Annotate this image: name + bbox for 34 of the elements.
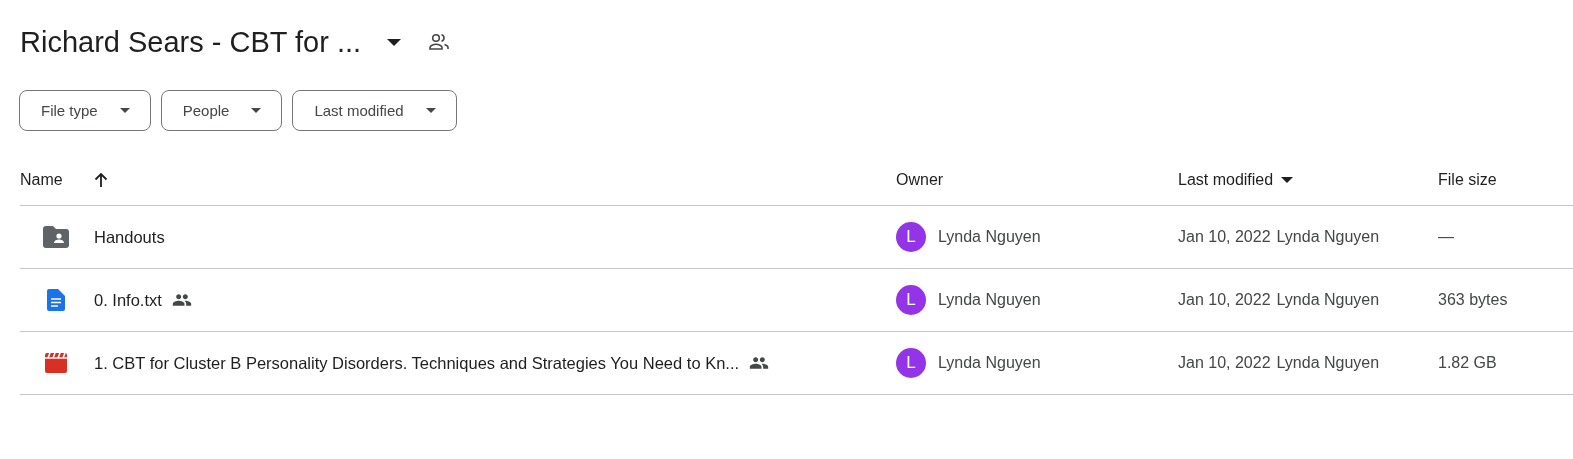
arrow-up-icon[interactable] <box>92 172 109 188</box>
file-size: 1.82 GB <box>1438 354 1498 372</box>
owner-avatar: L <box>896 285 926 315</box>
caret-icon <box>119 108 130 113</box>
column-header[interactable]: Owner <box>896 171 944 189</box>
modified-by: Lynda Nguyen <box>1276 291 1380 309</box>
file-size: 363 bytes <box>1438 291 1509 309</box>
video-file-icon <box>45 353 67 373</box>
column-header[interactable]: File size <box>1438 171 1497 189</box>
owner-name: Lynda Nguyen <box>938 291 1041 309</box>
filter-chip[interactable]: Last modified <box>292 90 457 131</box>
modified-date: Jan 10, 2022 <box>1178 291 1271 309</box>
column-header[interactable]: Name <box>20 171 63 189</box>
owner-name: Lynda Nguyen <box>938 228 1041 246</box>
caret-icon <box>425 108 436 113</box>
filter-chip[interactable]: File type <box>19 90 151 131</box>
file-name[interactable]: Handouts <box>94 227 165 247</box>
owner-avatar: L <box>896 348 926 378</box>
column-header[interactable]: Last modified <box>1178 171 1294 189</box>
file-name[interactable]: 0. Info.txt <box>94 290 162 310</box>
file-size: — <box>1438 228 1455 246</box>
modified-date: Jan 10, 2022 <box>1178 354 1271 372</box>
owner-avatar: L <box>896 222 926 252</box>
folder-title: Richard Sears - CBT for ... <box>20 25 362 59</box>
file-name[interactable]: 1. CBT for Cluster B Personality Disorders. Techniques and Strategies You Need to Kn... <box>94 353 740 373</box>
modified-date: Jan 10, 2022 <box>1178 228 1271 246</box>
modified-by: Lynda Nguyen <box>1276 228 1380 246</box>
modified-by: Lynda Nguyen <box>1276 354 1380 372</box>
document-icon <box>47 289 65 311</box>
caret-icon <box>251 108 262 113</box>
filter-chip[interactable]: People <box>160 90 283 131</box>
shared-folder-icon <box>43 226 69 248</box>
caret-icon <box>387 38 402 46</box>
owner-name: Lynda Nguyen <box>938 354 1041 372</box>
